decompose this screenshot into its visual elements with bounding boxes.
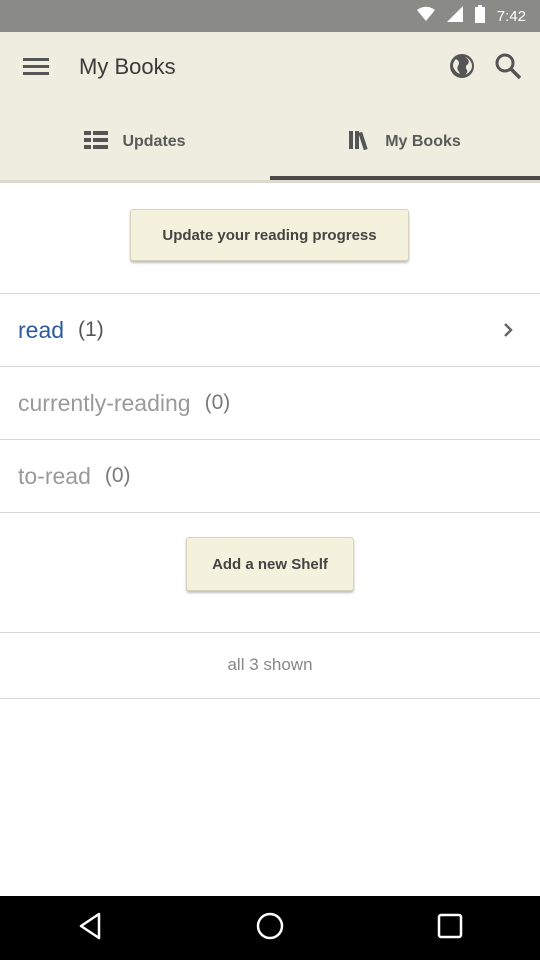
shelf-item-currently-reading[interactable]: currently-reading (0) bbox=[0, 367, 540, 439]
tab-updates[interactable]: Updates bbox=[0, 104, 270, 180]
status-bar: 7:42 bbox=[0, 0, 540, 32]
back-icon bbox=[77, 912, 103, 945]
globe-icon bbox=[448, 52, 476, 85]
shelf-name: to-read bbox=[18, 462, 91, 489]
status-time: 7:42 bbox=[496, 7, 526, 25]
update-section: Update your reading progress bbox=[0, 183, 540, 293]
tab-my-books[interactable]: My Books bbox=[270, 104, 540, 180]
shelf-name: currently-reading bbox=[18, 389, 191, 416]
add-shelf-button[interactable]: Add a new Shelf bbox=[186, 537, 354, 591]
divider bbox=[0, 512, 540, 513]
update-reading-progress-button[interactable]: Update your reading progress bbox=[130, 209, 409, 261]
menu-button[interactable] bbox=[14, 46, 58, 90]
shelf-count: (1) bbox=[78, 318, 104, 341]
app-bar: My Books bbox=[0, 32, 540, 104]
page-title: My Books bbox=[79, 54, 176, 79]
recents-icon bbox=[437, 913, 463, 944]
wifi-icon bbox=[416, 6, 435, 27]
back-button[interactable] bbox=[58, 896, 122, 960]
shelf-item-read[interactable]: read (1) bbox=[0, 294, 540, 366]
list-icon bbox=[84, 130, 109, 155]
signal-icon bbox=[446, 5, 463, 27]
tab-my-books-label: My Books bbox=[385, 133, 461, 150]
menu-icon bbox=[23, 56, 49, 81]
shelf-count: (0) bbox=[104, 464, 131, 487]
chevron-right-icon bbox=[496, 318, 520, 342]
books-icon bbox=[349, 130, 371, 155]
search-icon bbox=[494, 52, 522, 85]
globe-button[interactable] bbox=[440, 46, 484, 90]
shelf-count: (0) bbox=[204, 391, 231, 414]
shelf-item-to-read[interactable]: to-read (0) bbox=[0, 440, 540, 512]
home-button[interactable] bbox=[238, 896, 302, 960]
divider bbox=[0, 698, 540, 699]
tab-bar: Updates My Books bbox=[0, 104, 540, 180]
battery-icon bbox=[474, 4, 485, 28]
search-button[interactable] bbox=[486, 46, 530, 90]
tab-updates-label: Updates bbox=[122, 133, 186, 150]
shelf-count-summary: all 3 shown bbox=[227, 655, 313, 674]
shelf-name: read bbox=[18, 316, 65, 343]
recents-button[interactable] bbox=[418, 896, 482, 960]
home-icon bbox=[255, 911, 285, 946]
system-nav-bar bbox=[0, 896, 540, 960]
